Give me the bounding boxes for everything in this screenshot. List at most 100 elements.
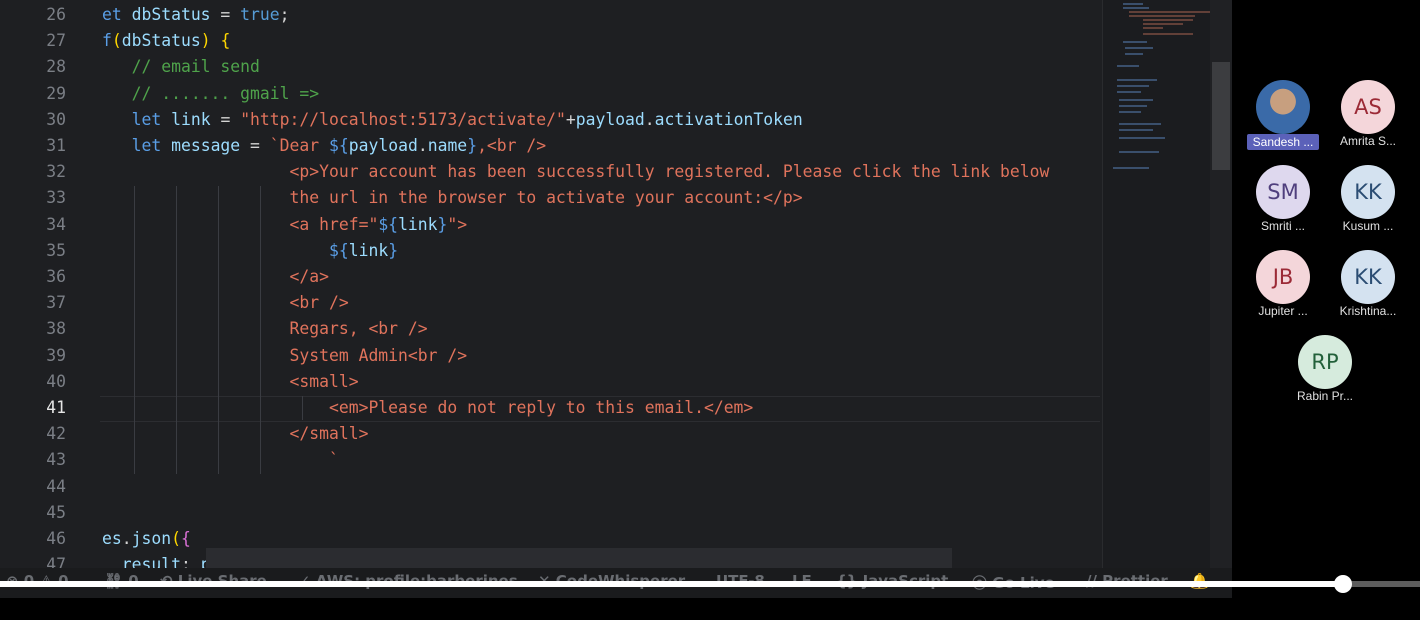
participant-tile[interactable]: SM Smriti ... [1238,165,1328,233]
code-text: // ....... gmail => [102,81,320,107]
participant-tile[interactable]: AS Amrita S... [1323,80,1413,148]
line-number: 31 [46,136,66,155]
code-token: message [171,136,241,155]
code-text: </small> [102,421,369,447]
minimap[interactable] [1102,0,1213,568]
code-token: . [644,109,655,129]
code-line[interactable]: 37 <br /> [0,290,1100,316]
code-token: // email send [131,57,260,77]
participant-tile[interactable]: KK Krishtina... [1323,250,1413,318]
indent-guide [218,186,219,474]
minimap-preview [1113,3,1213,169]
code-token: es [102,529,122,548]
code-token: <em>Please do not reply to this email.</… [328,398,754,417]
code-line[interactable]: 38 Regars, <br /> [0,316,1100,342]
indent-guide [260,186,261,474]
line-number: 36 [46,267,66,286]
code-text: f(dbStatus) { [102,28,230,54]
code-token: // ....... gmail => [131,83,320,103]
avatar: SM [1256,165,1310,219]
participant-name: Krishtina... [1323,304,1413,318]
code-line[interactable]: 44 [0,474,1100,500]
code-token: = [210,5,241,24]
code-line[interactable]: 36 </a> [0,264,1100,290]
code-text: Regars, <br /> [102,316,428,342]
code-token: : [180,555,201,568]
code-line[interactable]: 35 ${link} [0,238,1100,264]
video-progress-knob[interactable] [1334,575,1353,593]
code-token: `Dear [269,136,329,155]
participant-tile[interactable]: Sandesh ... [1238,80,1328,150]
line-number: 28 [46,57,66,77]
code-token: <a href=" [289,214,379,234]
line-number: 27 [46,31,66,51]
line-number: 41 [46,398,66,417]
code-line[interactable]: 26 et dbStatus = true; [0,2,1100,28]
code-line[interactable]: 34 <a href="${link}"> [0,212,1100,238]
code-line[interactable]: 29 // ....... gmail => [0,81,1100,107]
code-text: <a href="${link}"> [102,212,468,238]
code-line[interactable]: 28 // email send [0,54,1100,80]
code-token: </small> [289,424,369,444]
code-line[interactable]: 40 <small> [0,369,1100,395]
code-text: ${link} [102,238,398,264]
code-token: + [565,109,576,129]
line-number: 39 [46,345,66,365]
code-token: <p>Your account has been successfully re… [289,162,1050,182]
code-token: json [131,529,172,548]
code-token: true [240,5,280,24]
avatar: KK [1341,165,1395,219]
line-number: 26 [46,5,66,24]
code-token: ( [111,31,122,51]
indent-guide [176,186,177,474]
line-number: 43 [46,450,66,470]
line-number: 47 [46,555,66,568]
participant-tile[interactable]: JB Jupiter ... [1238,250,1328,318]
line-number: 34 [46,214,66,234]
code-line[interactable]: 30 let link = "http://localhost:5173/act… [0,107,1100,133]
code-line[interactable]: 45 [0,500,1100,526]
code-token: ; [279,5,290,24]
code-text: </a> [102,264,329,290]
scrollbar-thumb[interactable] [1212,62,1230,170]
line-number: 38 [46,319,66,339]
code-token: link [348,240,389,260]
code-token: = [210,109,241,129]
video-progress-fill [0,581,1344,587]
code-text: let message = `Dear ${payload.name},<br … [102,133,547,159]
code-text: <br /> [102,290,349,316]
line-number: 46 [46,529,66,548]
code-line[interactable]: 32 <p>Your account has been successfully… [0,159,1100,185]
code-token: ${ [329,136,349,155]
code-line[interactable]: 27 f(dbStatus) { [0,28,1100,54]
code-line[interactable]: 33 the url in the browser to activate yo… [0,185,1100,211]
code-text: es.json({ [102,526,191,552]
code-editor[interactable]: 26 et dbStatus = true; 27 f(dbStatus) {28 /… [0,0,1232,568]
code-token: dbStatus [131,5,211,24]
code-token: link [171,109,211,129]
code-line[interactable]: 41 <em>Please do not reply to this email… [0,395,1100,421]
code-token: { [220,31,231,51]
code-line[interactable]: 39 System Admin<br /> [0,343,1100,369]
code-text: System Admin<br /> [102,343,468,369]
code-token: System Admin<br /> [289,345,468,365]
suggestion-hint [206,548,952,568]
code-token: ) [200,31,211,51]
code-line[interactable]: 42 </small> [0,421,1100,447]
code-line[interactable]: 43 ` [0,447,1100,473]
avatar: KK [1341,250,1395,304]
line-number: 37 [46,293,66,313]
code-token: "http://localhost:5173/activate/" [240,109,566,129]
participant-tile[interactable]: RP Rabin Pr... [1280,335,1370,403]
code-text: et dbStatus = true; [102,2,290,28]
participant-tile[interactable]: KK Kusum ... [1323,165,1413,233]
code-line[interactable]: 31 let message = `Dear ${payload.name},<… [0,133,1100,159]
participant-name-label: Rabin Pr... [1296,389,1354,403]
